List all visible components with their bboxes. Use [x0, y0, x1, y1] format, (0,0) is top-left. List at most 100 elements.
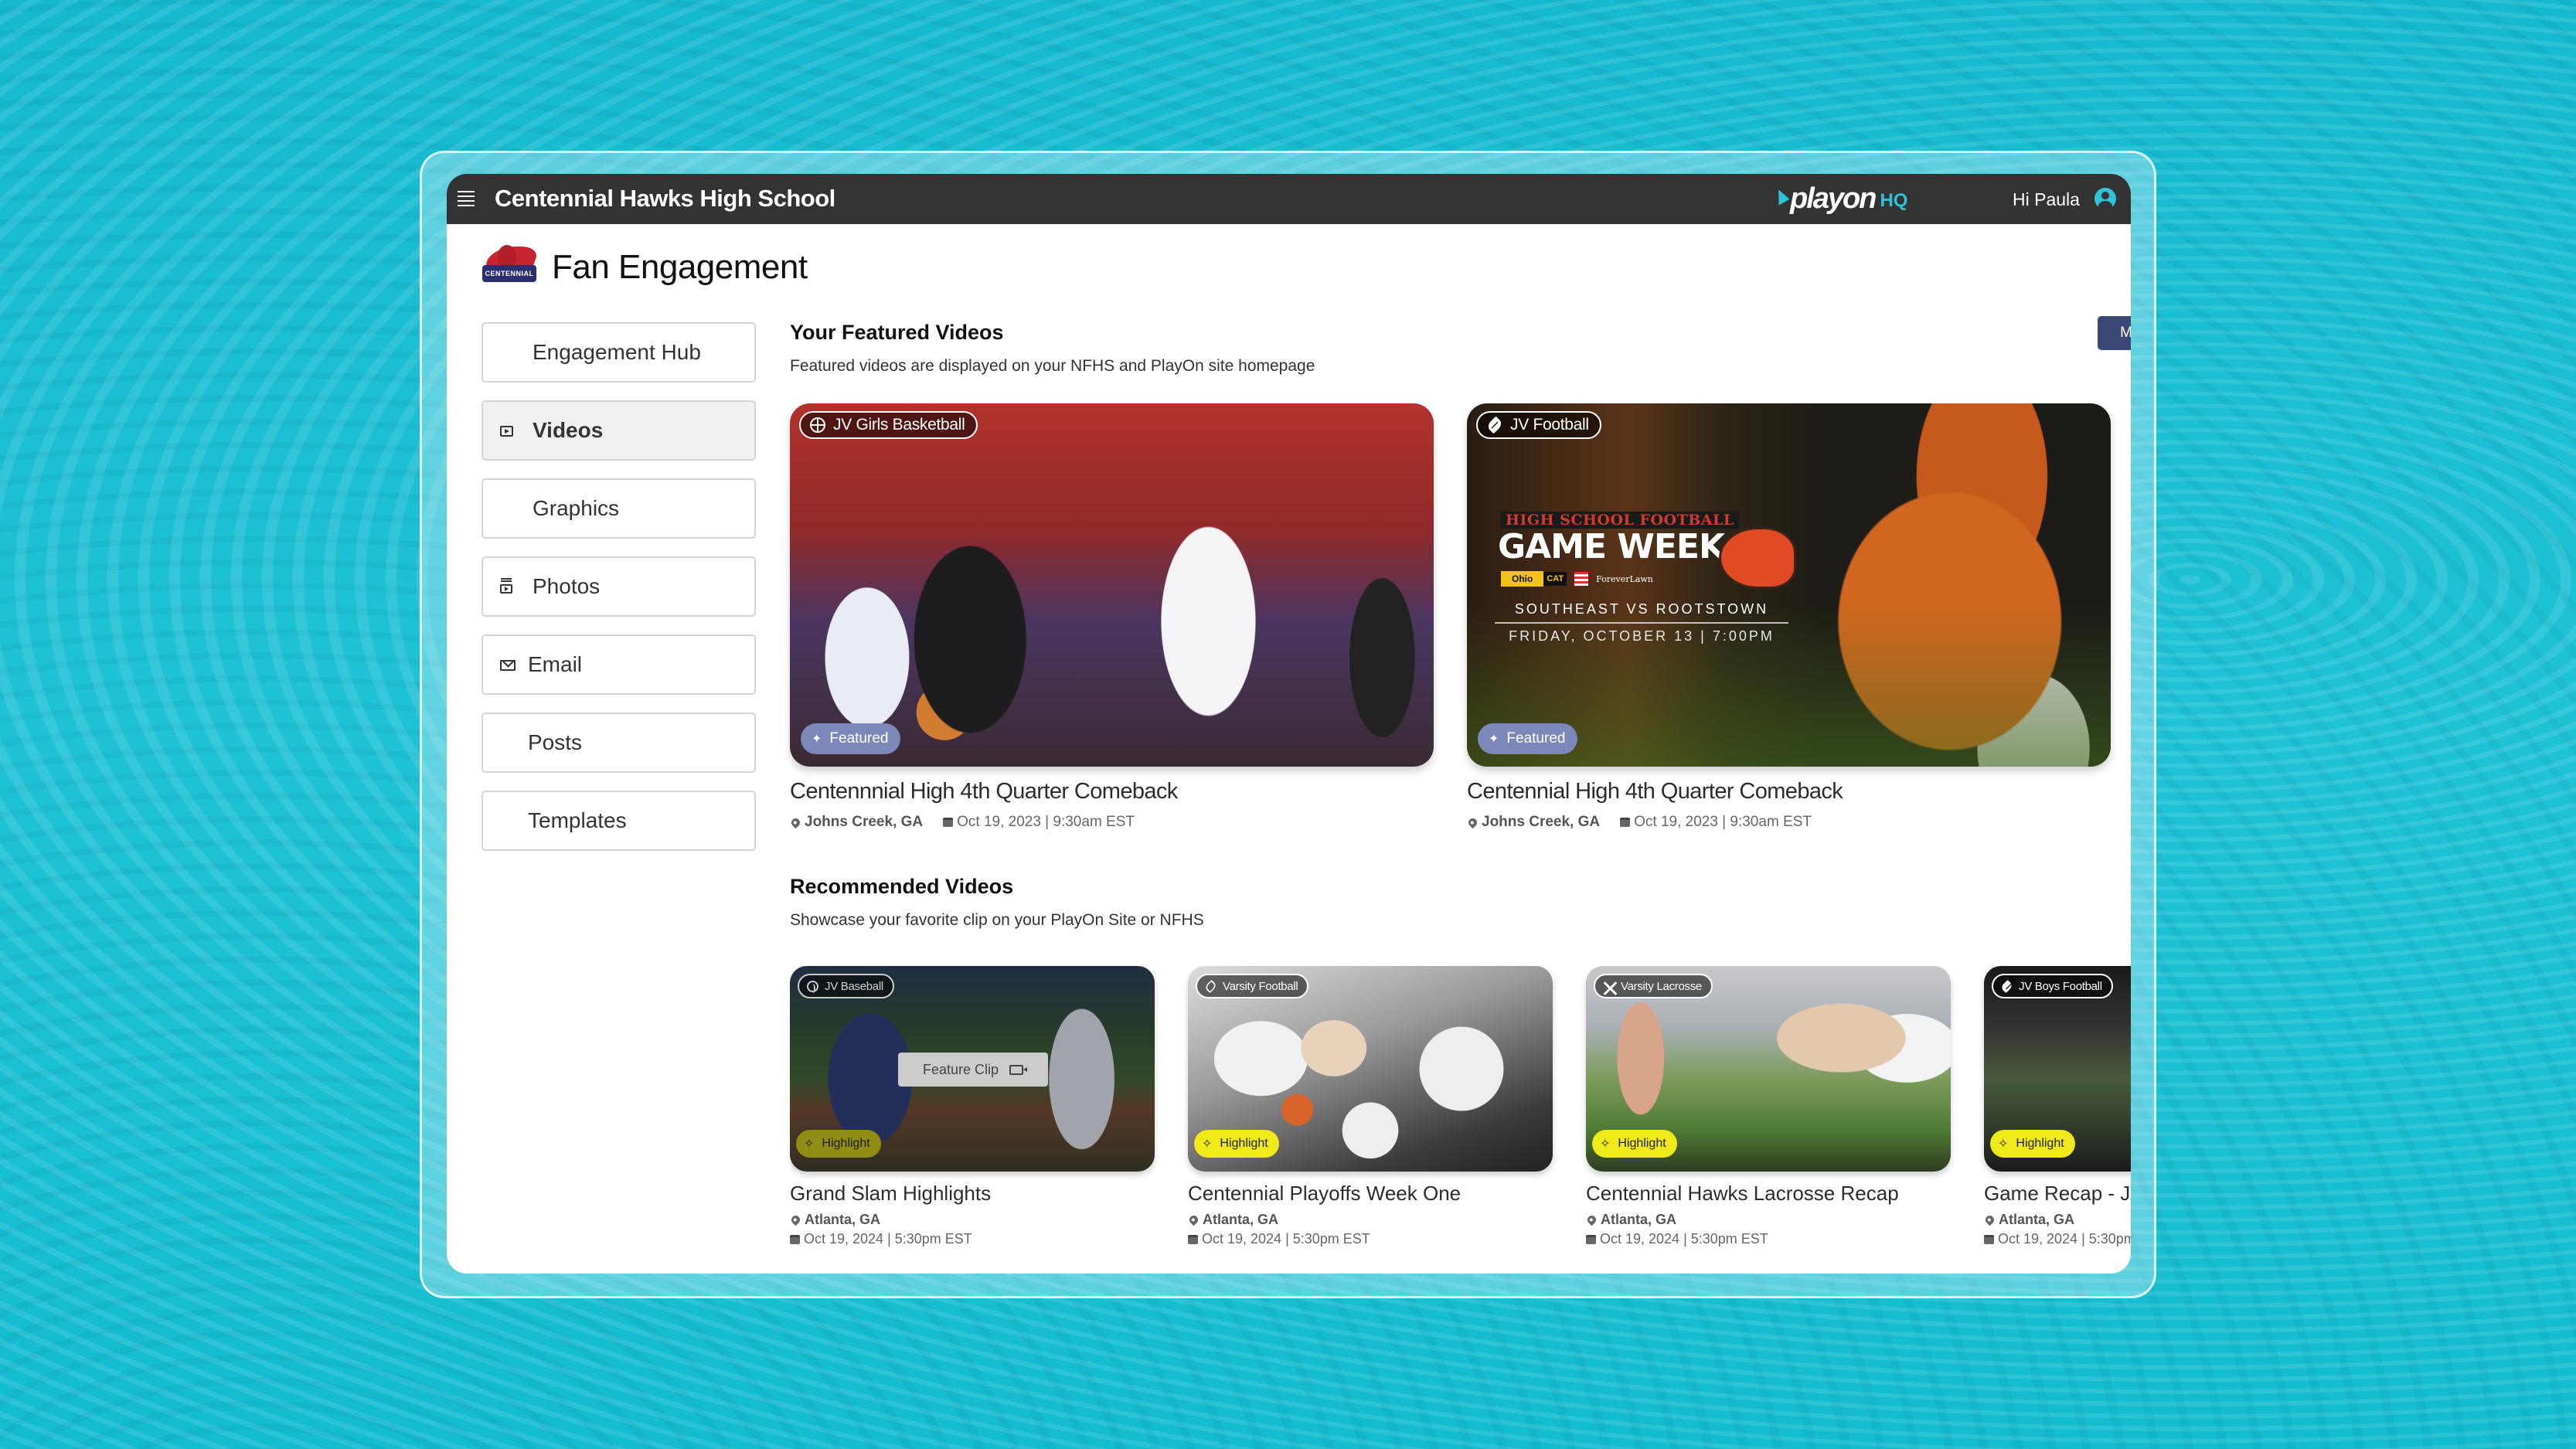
location-pin-icon	[1585, 1213, 1598, 1226]
sidebar-item-label: Videos	[533, 418, 604, 442]
menu-icon[interactable]	[458, 191, 475, 206]
sidebar-item-engagement-hub[interactable]: Engagement Hub	[482, 322, 756, 383]
photo-stack-icon	[500, 580, 516, 595]
featured-video-card[interactable]: JV Girls Basketball ✦ Featured Centennni…	[789, 403, 1434, 831]
brand-suffix: HQ	[1880, 190, 1908, 211]
video-camera-icon	[1009, 1064, 1028, 1075]
video-location-row: Atlanta, GA	[790, 1212, 1155, 1228]
school-logo-text: CENTENNIAL	[482, 265, 536, 282]
video-thumbnail[interactable]: JV Girls Basketball ✦ Featured	[790, 403, 1434, 767]
video-location-row: Atlanta, GA	[1983, 1212, 2131, 1228]
highlight-badge-label: Highlight	[1618, 1137, 1666, 1150]
highlight-badge: ✧ Highlight	[796, 1130, 881, 1158]
featured-videos-list: JV Girls Basketball ✦ Featured Centennni…	[789, 403, 2112, 830]
featured-badge: ✦ Featured	[801, 723, 901, 754]
sidebar-item-label: Templates	[528, 808, 627, 832]
sidebar-item-label: Email	[528, 652, 583, 676]
brand-name: playon	[1790, 182, 1877, 215]
video-location: Johns Creek, GA	[1482, 814, 1601, 830]
recommended-video-card[interactable]: Varsity Football ✧ Highlight Centennial …	[1187, 966, 1553, 1247]
video-location: Johns Creek, GA	[805, 814, 924, 830]
sport-tag: JV Girls Basketball	[799, 411, 978, 439]
main-content: Your Featured Videos Featured videos are…	[789, 316, 2131, 1247]
sparkle-icon: ✦	[812, 733, 822, 746]
calendar-icon	[790, 1234, 800, 1244]
video-datetime: Oct 19, 2024 | 5:30pm EST	[1998, 1231, 2131, 1247]
featured-badge-label: Featured	[1506, 730, 1566, 747]
calendar-icon	[943, 818, 954, 827]
video-location-row: Atlanta, GA	[1187, 1212, 1553, 1228]
top-bar: Centennial Hawks High School playon HQ H…	[447, 174, 2131, 224]
calendar-icon	[1620, 818, 1631, 827]
video-location: Atlanta, GA	[1203, 1212, 1279, 1227]
video-thumbnail[interactable]: Varsity Football ✧ Highlight	[1188, 966, 1553, 1172]
helmet-logo	[1719, 527, 1796, 589]
video-location: Atlanta, GA	[805, 1212, 881, 1227]
sidebar-item-label: Photos	[533, 574, 601, 598]
highlight-badge: ✧ Highlight	[1194, 1130, 1279, 1158]
sidebar-item-email[interactable]: Email	[482, 634, 756, 695]
sidebar-item-videos[interactable]: Videos	[482, 400, 756, 461]
sparkle-icon: ✧	[1600, 1138, 1611, 1151]
highlight-badge-label: Highlight	[822, 1137, 870, 1150]
video-datetime: Oct 19, 2023 | 9:30am EST	[957, 814, 1135, 830]
sport-tag-label: JV Girls Basketball	[833, 416, 965, 434]
sidebar-item-graphics[interactable]: Graphics	[482, 478, 756, 539]
recommended-videos-carousel[interactable]: JV Baseball Feature Clip ✧ Highlight Gra…	[790, 966, 2131, 1274]
video-title[interactable]: Centennial Playoffs Week One	[1188, 1182, 1553, 1206]
manage-videos-button[interactable]: Manage Videos	[2098, 316, 2131, 350]
video-datetime: Oct 19, 2024 | 5:30pm EST	[804, 1231, 972, 1247]
video-title[interactable]: Grand Slam Highlights	[790, 1182, 1155, 1206]
video-thumbnail[interactable]: JV Boys Football ✧ Highlight	[1984, 966, 2131, 1172]
video-datetime: Oct 19, 2024 | 5:30pm EST	[1202, 1231, 1370, 1247]
feature-clip-button[interactable]: Feature Clip	[898, 1053, 1048, 1087]
sport-tag: JV Boys Football	[1992, 974, 2113, 998]
sidebar-item-posts[interactable]: Posts	[482, 713, 756, 773]
video-title[interactable]: Centennial High 4th Quarter Comeback	[1467, 779, 2111, 804]
featured-badge-label: Featured	[829, 730, 889, 747]
sport-tag-label: JV Baseball	[825, 979, 883, 993]
playon-arrow-icon	[1771, 187, 1790, 206]
video-thumbnail[interactable]: HIGH SCHOOL FOOTBALL GAME WEEK Ohio CAT …	[1467, 403, 2111, 767]
video-date-row: Oct 19, 2024 | 5:30pm EST	[1586, 1231, 1951, 1247]
playon-hq-logo[interactable]: playon HQ	[1771, 182, 1908, 216]
video-thumbnail[interactable]: JV Baseball Feature Clip ✧ Highlight	[790, 966, 1155, 1172]
video-location: Atlanta, GA	[1999, 1212, 2075, 1227]
video-location: Atlanta, GA	[1601, 1212, 1677, 1227]
sidebar-item-label: Graphics	[533, 496, 620, 520]
sparkle-icon: ✦	[1489, 733, 1499, 746]
recommended-video-card[interactable]: JV Baseball Feature Clip ✧ Highlight Gra…	[790, 966, 1155, 1247]
location-pin-icon	[790, 1213, 802, 1226]
calendar-icon	[1586, 1234, 1596, 1244]
video-title[interactable]: Centennial Hawks Lacrosse Recap	[1586, 1182, 1951, 1206]
video-title[interactable]: Centennnial High 4th Quarter Comeback	[790, 779, 1434, 804]
video-location-row: Atlanta, GA	[1585, 1212, 1951, 1228]
basketball-icon	[810, 417, 825, 433]
user-avatar-icon[interactable]	[2094, 188, 2116, 209]
sidebar-item-photos[interactable]: Photos	[482, 556, 756, 617]
football-icon	[1485, 416, 1504, 434]
recommended-video-card[interactable]: Varsity Lacrosse ✧ Highlight Centennial …	[1585, 966, 1951, 1247]
highlight-badge: ✧ Highlight	[1990, 1130, 2075, 1158]
video-meta: Johns Creek, GA Oct 19, 2023 | 9:30am ES…	[789, 814, 1434, 831]
video-datetime: Oct 19, 2024 | 5:30pm EST	[1600, 1231, 1768, 1247]
page-header: CENTENNIAL Fan Engagement	[481, 245, 808, 290]
featured-section-title: Your Featured Videos	[790, 321, 1004, 344]
sparkle-icon: ✧	[1998, 1138, 2009, 1151]
video-datetime: Oct 19, 2023 | 9:30am EST	[1634, 814, 1812, 830]
sidebar-item-templates[interactable]: Templates	[482, 791, 756, 851]
sparkle-icon: ✧	[804, 1138, 815, 1151]
sport-tag-label: JV Football	[1510, 416, 1589, 434]
video-thumbnail[interactable]: Varsity Lacrosse ✧ Highlight	[1586, 966, 1951, 1172]
location-pin-icon	[1466, 816, 1479, 828]
video-title[interactable]: Game Recap - JV	[1984, 1182, 2131, 1206]
featured-video-card[interactable]: HIGH SCHOOL FOOTBALL GAME WEEK Ohio CAT …	[1466, 403, 2111, 831]
recommended-video-card[interactable]: JV Boys Football ✧ Highlight Game Recap …	[1983, 966, 2131, 1247]
featured-badge: ✦ Featured	[1478, 723, 1578, 754]
highlight-badge-label: Highlight	[2016, 1137, 2064, 1150]
football-icon	[2000, 979, 2013, 993]
sparkle-icon: ✧	[1202, 1138, 1213, 1151]
baseball-icon	[807, 980, 818, 993]
lacrosse-icon	[1603, 981, 1615, 992]
recommended-section-subtitle: Showcase your favorite clip on your Play…	[790, 911, 1204, 929]
